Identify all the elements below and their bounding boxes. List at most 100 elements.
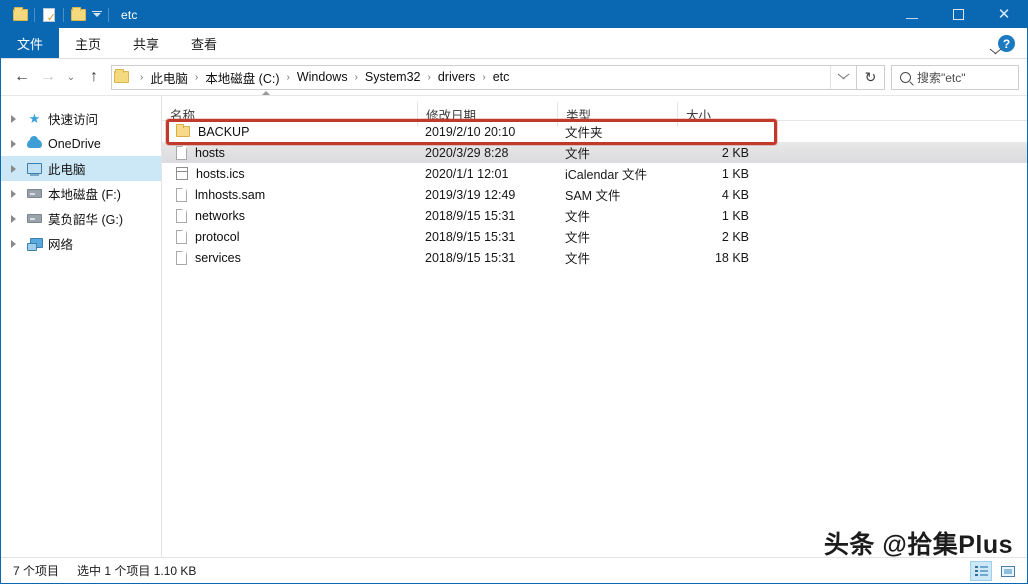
tab-file[interactable]: 文件 (1, 28, 60, 58)
drive-icon (26, 189, 43, 198)
breadcrumb-item-drivers[interactable]: drivers (433, 68, 481, 86)
chevron-right-icon[interactable] (5, 189, 21, 198)
crumb-separator-4[interactable]: › (426, 72, 433, 83)
maximize-button[interactable] (935, 1, 981, 28)
file-rows: BACKUP 2019/2/10 20:10 文件夹 hosts 2020/3/… (162, 121, 1027, 557)
sidebar-item-quick-access[interactable]: ★ 快速访问 (1, 106, 161, 131)
sidebar-item-onedrive[interactable]: OneDrive (1, 131, 161, 156)
breadcrumb-item-etc[interactable]: etc (488, 68, 515, 86)
breadcrumb-field[interactable]: › 此电脑 › 本地磁盘 (C:) › Windows › System32 ›… (111, 64, 857, 90)
cell-size: 1 KB (721, 166, 749, 181)
file-name: networks (195, 208, 246, 223)
window-title: etc (121, 7, 138, 22)
refresh-button[interactable]: ↻ (857, 64, 885, 90)
breadcrumb-item-this-pc[interactable]: 此电脑 (145, 66, 193, 89)
cell-date: 2018/9/15 15:31 (425, 250, 516, 265)
tab-file-label: 文件 (17, 36, 44, 52)
sidebar-item-network[interactable]: 网络 (1, 231, 161, 256)
cell-size: 2 KB (721, 145, 749, 160)
breadcrumb-item-system32[interactable]: System32 (360, 68, 426, 86)
address-dropdown-button[interactable] (830, 65, 856, 89)
file-explorer-window: etc ✕ 文件 主页 共享 查看 (0, 0, 1028, 584)
qat-folder-button[interactable] (9, 4, 31, 26)
sidebar-item-drive-g[interactable]: 莫负韶华 (G:) (1, 206, 161, 231)
chevron-right-icon[interactable] (5, 239, 21, 248)
chevron-right-icon[interactable] (5, 114, 21, 123)
minimize-icon (906, 17, 918, 19)
close-button[interactable]: ✕ (981, 1, 1027, 28)
sidebar-item-label: 此电脑 (48, 163, 86, 177)
forward-arrow-icon: → (40, 68, 56, 85)
back-button[interactable]: ← (9, 64, 35, 90)
cell-date: 2020/3/29 8:28 (425, 145, 509, 160)
item-count-label: 7 个项目 (13, 564, 60, 578)
properties-icon (43, 7, 56, 24)
table-row[interactable]: services 2018/9/15 15:31 文件 18 KB (162, 247, 1027, 268)
new-folder-icon (70, 6, 86, 21)
network-icon (26, 237, 43, 251)
tab-view[interactable]: 查看 (175, 28, 233, 58)
table-row[interactable]: networks 2018/9/15 15:31 文件 1 KB (162, 205, 1027, 226)
large-icons-view-button[interactable] (997, 561, 1019, 581)
qat-divider-2 (63, 7, 64, 22)
drive-icon (26, 214, 43, 223)
search-icon (900, 71, 911, 83)
table-row[interactable]: hosts 2020/3/29 8:28 文件 2 KB (162, 142, 1027, 163)
crumb-separator-1[interactable]: › (193, 72, 200, 83)
cell-date: 2019/3/19 12:49 (425, 187, 516, 202)
sidebar-item-local-disk-f[interactable]: 本地磁盘 (F:) (1, 181, 161, 206)
ribbon-tab-bar: 文件 主页 共享 查看 ? (1, 28, 1027, 59)
back-arrow-icon: ← (14, 68, 30, 85)
cell-name: hosts (162, 142, 417, 163)
file-icon (176, 187, 187, 202)
file-icon (176, 145, 187, 160)
sidebar-item-label: 快速访问 (48, 113, 99, 127)
cell-date: 2018/9/15 15:31 (425, 229, 516, 244)
crumb-separator-0: › (140, 71, 144, 83)
crumb-separator-3[interactable]: › (353, 72, 360, 83)
chevron-right-icon[interactable] (5, 214, 21, 223)
minimize-button[interactable] (889, 1, 935, 28)
folder-icon (12, 6, 28, 21)
qat-customize-button[interactable] (89, 4, 105, 26)
sidebar-item-this-pc[interactable]: 此电脑 (1, 156, 161, 181)
breadcrumb-item-windows[interactable]: Windows (292, 68, 353, 86)
crumb-separator-5[interactable]: › (480, 72, 487, 83)
search-input[interactable]: 搜索"etc" (917, 69, 966, 86)
sidebar-item-label: 莫负韶华 (G:) (48, 213, 123, 227)
crumb-separator-2[interactable]: › (285, 72, 292, 83)
maximize-icon (952, 9, 964, 20)
selection-info-label: 选中 1 个项目 1.10 KB (77, 564, 197, 578)
tab-share[interactable]: 共享 (117, 28, 175, 58)
chevron-down-icon (93, 12, 101, 17)
details-view-icon (974, 565, 988, 577)
view-mode-buttons (970, 558, 1019, 584)
tab-share-label: 共享 (133, 36, 160, 52)
qat-new-folder-button[interactable] (67, 4, 89, 26)
breadcrumb: › 此电脑 › 本地磁盘 (C:) › Windows › System32 ›… (132, 66, 830, 89)
breadcrumb-item-c-drive[interactable]: 本地磁盘 (C:) (200, 66, 284, 89)
cell-type: 文件 (565, 147, 591, 161)
qat-properties-button[interactable] (38, 4, 60, 26)
search-box[interactable]: 搜索"etc" (891, 64, 1019, 90)
star-icon: ★ (28, 110, 41, 126)
chevron-right-icon[interactable] (5, 164, 21, 173)
chevron-down-icon (836, 69, 852, 85)
folder-icon (176, 124, 190, 137)
tab-view-label: 查看 (191, 36, 218, 52)
forward-button[interactable]: → (35, 64, 61, 90)
up-button[interactable]: ↑ (81, 64, 107, 90)
chevron-right-icon[interactable] (5, 139, 21, 148)
file-name: protocol (195, 229, 240, 244)
table-row[interactable]: protocol 2018/9/15 15:31 文件 2 KB (162, 226, 1027, 247)
title-bar: etc ✕ (1, 1, 1027, 28)
cell-name: BACKUP (162, 121, 417, 142)
table-row[interactable]: BACKUP 2019/2/10 20:10 文件夹 (162, 121, 1027, 142)
table-row[interactable]: hosts.ics 2020/1/1 12:01 iCalendar 文件 1 … (162, 163, 1027, 184)
window-controls: ✕ (889, 1, 1027, 28)
details-view-button[interactable] (970, 561, 992, 581)
table-row[interactable]: lmhosts.sam 2019/3/19 12:49 SAM 文件 4 KB (162, 184, 1027, 205)
file-name: lmhosts.sam (195, 187, 266, 202)
tab-home[interactable]: 主页 (59, 28, 117, 58)
recent-locations-button[interactable]: ⌄ (61, 64, 81, 90)
